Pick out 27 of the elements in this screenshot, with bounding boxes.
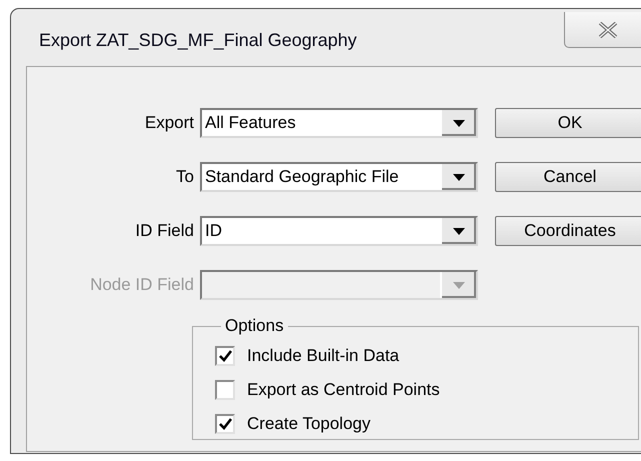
close-icon xyxy=(597,22,619,38)
dropdown-arrow-icon xyxy=(453,228,465,234)
window-title: Export ZAT_SDG_MF_Final Geography xyxy=(39,30,357,51)
checkbox[interactable] xyxy=(215,414,235,434)
dropdown[interactable]: ID xyxy=(200,216,478,246)
dialog-button[interactable]: Coordinates xyxy=(495,216,641,246)
checkmark-icon xyxy=(218,418,232,430)
dropdown[interactable]: All Features xyxy=(200,108,478,138)
dropdown-arrow-icon xyxy=(453,120,465,126)
checkbox[interactable] xyxy=(215,380,235,400)
field-label: Node ID Field xyxy=(89,275,195,295)
checkbox-label: Create Topology xyxy=(247,414,370,434)
dropdown[interactable]: Standard Geographic File xyxy=(200,162,478,192)
dropdown-arrow-icon xyxy=(453,282,465,288)
field-label: ID Field xyxy=(134,221,195,241)
dropdown-arrow-icon xyxy=(453,174,465,180)
dialog-button[interactable]: Cancel xyxy=(495,162,641,192)
group-title: Options xyxy=(224,316,285,336)
checkmark-icon xyxy=(218,350,232,362)
checkbox-label: Include Built-in Data xyxy=(247,346,400,366)
field-label: Export xyxy=(144,113,195,133)
dialog-button[interactable]: OK xyxy=(495,108,641,138)
close-button[interactable] xyxy=(564,12,641,48)
field-label: To xyxy=(175,167,195,187)
checkbox-label: Export as Centroid Points xyxy=(247,380,440,400)
dropdown[interactable] xyxy=(200,270,478,300)
checkbox[interactable] xyxy=(215,346,235,366)
